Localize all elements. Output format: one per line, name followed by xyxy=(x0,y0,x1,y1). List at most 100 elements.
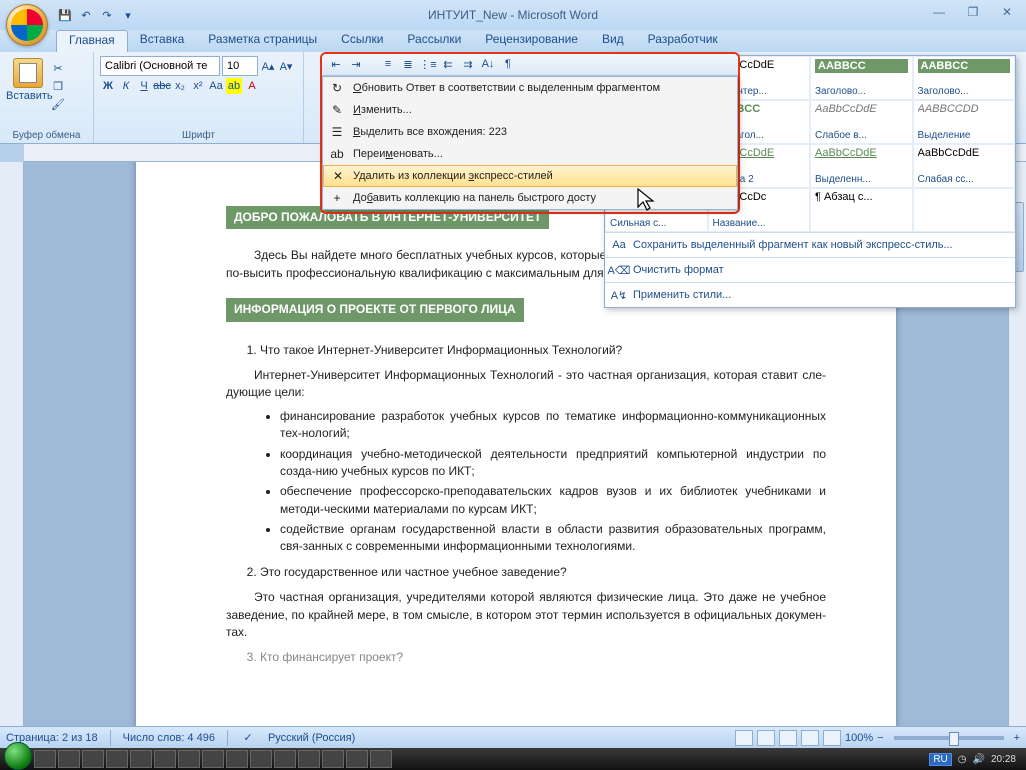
underline-icon[interactable]: Ч xyxy=(136,78,152,94)
taskbar-item[interactable] xyxy=(106,750,128,768)
tab-вставка[interactable]: Вставка xyxy=(128,30,197,52)
taskbar: RU ◷ 🔊 20:28 xyxy=(0,748,1026,770)
mini-toolbar: ⇤ ⇥ ≡ ≣ ⋮≡ ⇇ ⇉ A↓ ¶ xyxy=(322,54,738,76)
taskbar-item[interactable] xyxy=(226,750,248,768)
styles-gallery-action[interactable]: AaСохранить выделенный фрагмент как новы… xyxy=(605,232,1015,257)
context-menu-item[interactable]: +Добавить коллекцию на панель быстрого д… xyxy=(323,187,737,209)
styles-gallery-action[interactable]: A↯Применить стили... xyxy=(605,282,1015,307)
qat-more-icon[interactable]: ▾ xyxy=(119,6,137,24)
style-context-menu[interactable]: ↻Обновить Ответ в соответствии с выделен… xyxy=(322,76,738,210)
tray-volume-icon[interactable]: 🔊 xyxy=(973,754,985,765)
italic-icon[interactable]: К xyxy=(118,78,134,94)
tab-ссылки[interactable]: Ссылки xyxy=(329,30,395,52)
taskbar-item[interactable] xyxy=(274,750,296,768)
subscript-icon[interactable]: x₂ xyxy=(172,78,188,94)
outline-view-icon[interactable] xyxy=(801,730,819,746)
office-button[interactable] xyxy=(6,4,48,46)
tab-рассылки[interactable]: Рассылки xyxy=(395,30,473,52)
taskbar-clock[interactable]: 20:28 xyxy=(991,754,1016,765)
numbering-icon[interactable]: ≣ xyxy=(400,56,416,72)
outdent-icon[interactable]: ⇇ xyxy=(440,56,456,72)
show-marks-icon[interactable]: ¶ xyxy=(500,56,516,72)
font-color-icon[interactable]: A xyxy=(244,78,260,94)
tab-главная[interactable]: Главная xyxy=(56,30,128,52)
style-gallery-item[interactable]: AaBbCcDdEСлабая сс... xyxy=(913,144,1016,188)
print-layout-view-icon[interactable] xyxy=(735,730,753,746)
minimize-button[interactable]: — xyxy=(928,4,950,20)
taskbar-item[interactable] xyxy=(346,750,368,768)
zoom-out-icon[interactable]: − xyxy=(877,732,883,744)
grow-font-icon[interactable]: A▴ xyxy=(260,58,276,74)
tab-разработчик[interactable]: Разработчик xyxy=(636,30,730,52)
web-view-icon[interactable] xyxy=(779,730,797,746)
context-menu-item[interactable]: ✎Изменить... xyxy=(323,99,737,121)
list-item: содействие органам государственной власт… xyxy=(280,521,826,556)
bullets-icon[interactable]: ≡ xyxy=(380,56,396,72)
status-language[interactable]: Русский (Россия) xyxy=(268,732,355,744)
action-icon: A⌫ xyxy=(611,262,627,278)
highlight-icon[interactable]: ab xyxy=(226,78,242,94)
multilevel-icon[interactable]: ⋮≡ xyxy=(420,56,436,72)
style-gallery-item[interactable]: AABBCCЗаголово... xyxy=(810,56,913,100)
action-icon: A↯ xyxy=(611,287,627,303)
list-item: обеспечение профессорско-преподавательск… xyxy=(280,483,826,518)
tray-wifi-icon[interactable]: ◷ xyxy=(958,754,967,765)
tab-вид[interactable]: Вид xyxy=(590,30,636,52)
indent-icon[interactable]: ⇉ xyxy=(460,56,476,72)
taskbar-item[interactable] xyxy=(298,750,320,768)
taskbar-item[interactable] xyxy=(322,750,344,768)
style-gallery-item[interactable]: AaBbCcDdEСлабое в... xyxy=(810,100,913,144)
taskbar-item[interactable] xyxy=(34,750,56,768)
font-name-combo[interactable] xyxy=(100,56,220,76)
tab-разметка страницы[interactable]: Разметка страницы xyxy=(196,30,329,52)
taskbar-item[interactable] xyxy=(82,750,104,768)
change-case-icon[interactable]: Aa xyxy=(208,78,224,94)
close-button[interactable]: ✕ xyxy=(996,4,1018,20)
context-menu-item[interactable]: abПереименовать... xyxy=(323,143,737,165)
fullscreen-view-icon[interactable] xyxy=(757,730,775,746)
style-gallery-item[interactable] xyxy=(913,188,1016,232)
cut-icon[interactable]: ✂ xyxy=(50,60,66,76)
status-word-count[interactable]: Число слов: 4 496 xyxy=(123,732,215,744)
taskbar-item[interactable] xyxy=(130,750,152,768)
strike-icon[interactable]: abc xyxy=(154,78,170,94)
style-gallery-item[interactable]: ¶ Абзац с... xyxy=(810,188,913,232)
font-group-label: Шрифт xyxy=(100,130,297,143)
styles-gallery-action[interactable]: A⌫Очистить формат xyxy=(605,257,1015,282)
zoom-level[interactable]: 100% xyxy=(845,732,873,744)
redo-icon[interactable]: ↷ xyxy=(98,6,116,24)
draft-view-icon[interactable] xyxy=(823,730,841,746)
taskbar-item[interactable] xyxy=(154,750,176,768)
copy-icon[interactable]: ❐ xyxy=(50,78,66,94)
context-menu-item[interactable]: ☰Выделить все вхождения: 223 xyxy=(323,121,737,143)
spellcheck-icon[interactable]: ✓ xyxy=(240,730,256,746)
font-size-combo[interactable] xyxy=(222,56,258,76)
taskbar-item[interactable] xyxy=(250,750,272,768)
save-icon[interactable]: 💾 xyxy=(56,6,74,24)
taskbar-item[interactable] xyxy=(202,750,224,768)
taskbar-item[interactable] xyxy=(370,750,392,768)
context-menu-item[interactable]: ✕Удалить из коллекции экспресс-стилей xyxy=(323,165,737,187)
superscript-icon[interactable]: x² xyxy=(190,78,206,94)
format-painter-icon[interactable]: 🖌 xyxy=(50,96,66,112)
context-menu-item[interactable]: ↻Обновить Ответ в соответствии с выделен… xyxy=(323,77,737,99)
tab-рецензирование[interactable]: Рецензирование xyxy=(473,30,590,52)
increase-indent-icon[interactable]: ⇥ xyxy=(348,56,364,72)
taskbar-item[interactable] xyxy=(58,750,80,768)
paste-button[interactable]: Вставить xyxy=(6,56,50,112)
bold-icon[interactable]: Ж xyxy=(100,78,116,94)
zoom-in-icon[interactable]: + xyxy=(1014,732,1020,744)
style-gallery-item[interactable]: AaBbCcDdEВыделенн... xyxy=(810,144,913,188)
taskbar-lang[interactable]: RU xyxy=(929,753,951,766)
list-item: координация учебно-методической деятельн… xyxy=(280,446,826,481)
maximize-button[interactable]: ❐ xyxy=(962,4,984,20)
zoom-slider[interactable] xyxy=(894,736,1004,740)
sort-icon[interactable]: A↓ xyxy=(480,56,496,72)
taskbar-item[interactable] xyxy=(178,750,200,768)
decrease-indent-icon[interactable]: ⇤ xyxy=(328,56,344,72)
shrink-font-icon[interactable]: A▾ xyxy=(278,58,294,74)
style-gallery-item[interactable]: AABBCCDDВыделение xyxy=(913,100,1016,144)
style-gallery-item[interactable]: AABBCCЗаголово... xyxy=(913,56,1016,100)
start-button[interactable] xyxy=(4,742,32,770)
undo-icon[interactable]: ↶ xyxy=(77,6,95,24)
